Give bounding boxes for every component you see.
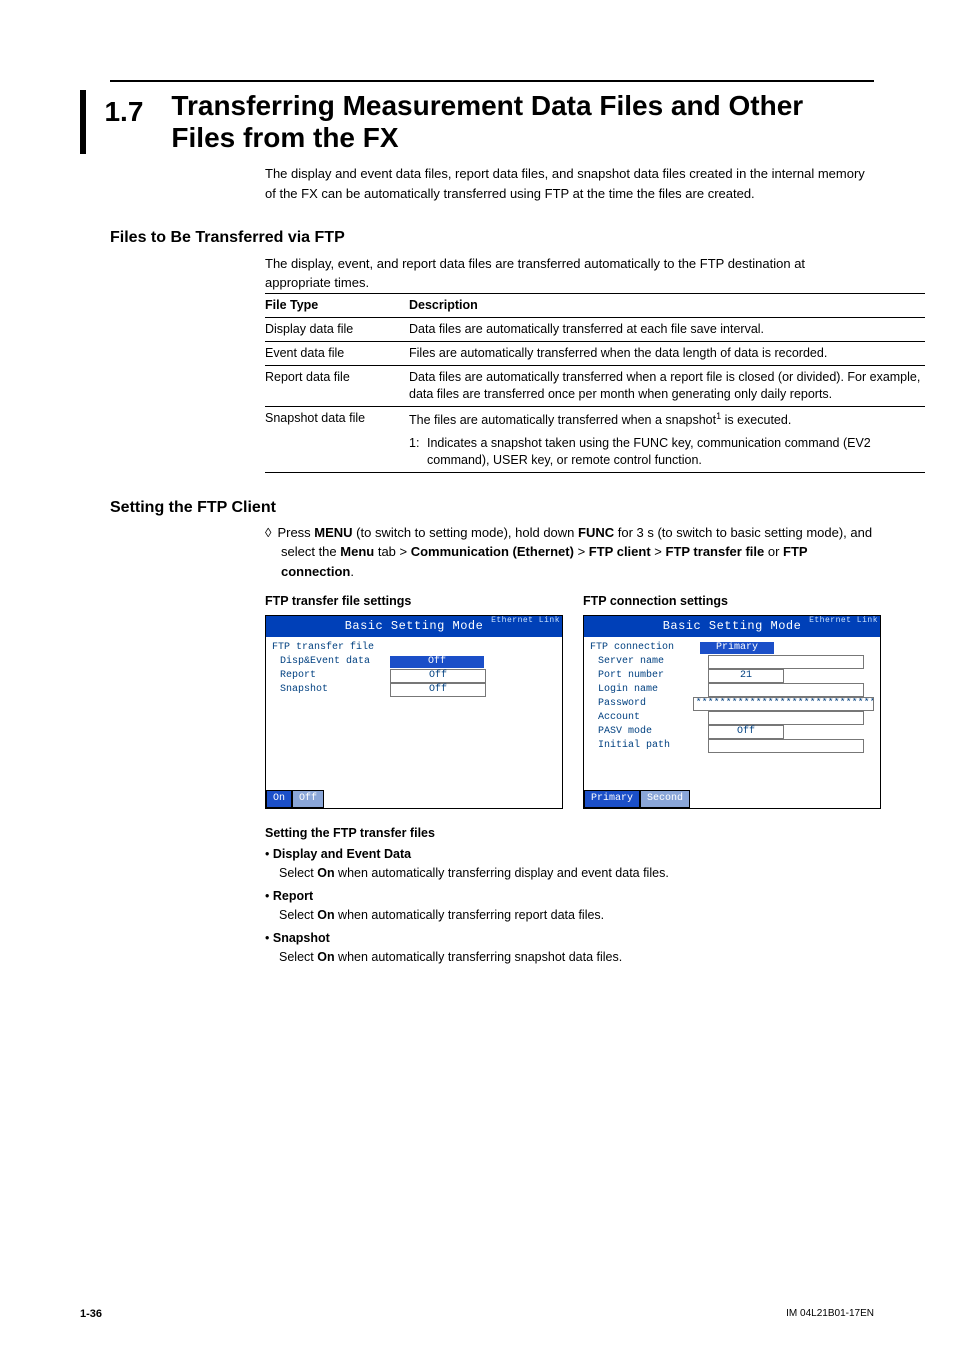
- screen-ftp-connection: Basic Setting ModeEthernet Link FTP conn…: [583, 615, 881, 809]
- row-value[interactable]: 21: [708, 669, 784, 683]
- doc-id: IM 04L21B01-17EN: [786, 1307, 874, 1322]
- row-value[interactable]: Off: [390, 656, 484, 668]
- primary-value[interactable]: Primary: [700, 642, 774, 654]
- item-desc: Select On when automatically transferrin…: [279, 949, 874, 967]
- row-value[interactable]: **********************************: [693, 697, 874, 711]
- th-filetype: File Type: [265, 293, 409, 318]
- screen-ftp-transfer: Basic Setting ModeEthernet Link FTP tran…: [265, 615, 563, 809]
- section-number: 1.7: [104, 90, 143, 131]
- bullet-item: • Display and Event Data: [265, 846, 874, 864]
- cell-type: Report data file: [265, 366, 409, 407]
- screen-section: FTP connection: [590, 641, 700, 655]
- item-desc: Select On when automatically transferrin…: [279, 907, 874, 925]
- row-value[interactable]: [708, 655, 864, 669]
- ethernet-link-icon: Ethernet Link: [809, 617, 878, 625]
- row-label: Initial path: [590, 739, 708, 753]
- row-value[interactable]: [708, 683, 864, 697]
- row-label: Account: [590, 711, 708, 725]
- sub1-text: The display, event, and report data file…: [265, 254, 874, 293]
- row-label: Password: [590, 697, 693, 711]
- row-label: Report: [272, 669, 390, 683]
- row-label: Port number: [590, 669, 708, 683]
- row-value[interactable]: Off: [390, 669, 486, 683]
- item-title: Report: [273, 889, 313, 903]
- softkey-second[interactable]: Second: [640, 790, 690, 808]
- cell-desc: The files are automatically transferred …: [409, 406, 925, 432]
- bullet-item: • Snapshot: [265, 930, 874, 948]
- screenshots-row: FTP transfer file settings Basic Setting…: [265, 593, 874, 809]
- softkey-on[interactable]: On: [266, 790, 292, 808]
- intro-paragraph: The display and event data files, report…: [265, 164, 874, 203]
- ethernet-link-icon: Ethernet Link: [491, 617, 560, 625]
- left-screenshot-title: FTP transfer file settings: [265, 593, 563, 611]
- item-title: Snapshot: [273, 931, 330, 945]
- item-title: Display and Event Data: [273, 847, 411, 861]
- cell-desc: Data files are automatically transferred…: [409, 318, 925, 342]
- screen-header: Basic Setting ModeEthernet Link: [266, 616, 562, 637]
- softkey-primary[interactable]: Primary: [584, 790, 640, 808]
- row-value[interactable]: Off: [390, 683, 486, 697]
- title-bar: [80, 90, 86, 154]
- cell-type: Event data file: [265, 342, 409, 366]
- row-value[interactable]: Off: [708, 725, 784, 739]
- footnote-num: 1:: [409, 435, 427, 452]
- cell-type: Snapshot data file: [265, 406, 409, 432]
- file-type-table: File Type Description Display data file …: [265, 293, 925, 473]
- subheading-files: Files to Be Transferred via FTP: [110, 227, 874, 249]
- row-label: Login name: [590, 683, 708, 697]
- procedure-line: ◊Press MENU (to switch to setting mode),…: [265, 523, 874, 582]
- row-label: PASV mode: [590, 725, 708, 739]
- row-label: Disp&Event data: [272, 655, 390, 669]
- row-value[interactable]: [708, 711, 864, 725]
- subsubheading: Setting the FTP transfer files: [265, 825, 874, 843]
- row-value[interactable]: [708, 739, 864, 753]
- row-label: Snapshot: [272, 683, 390, 697]
- screen-section: FTP transfer file: [272, 641, 382, 655]
- section-title: Transferring Measurement Data Files and …: [171, 90, 874, 154]
- th-description: Description: [409, 293, 925, 318]
- cell-desc: Files are automatically transferred when…: [409, 342, 925, 366]
- softkey-off[interactable]: Off: [292, 790, 324, 808]
- section-title-row: 1.7 Transferring Measurement Data Files …: [80, 90, 874, 154]
- row-label: Server name: [590, 655, 708, 669]
- page-footer: 1-36 IM 04L21B01-17EN: [80, 1307, 874, 1322]
- item-desc: Select On when automatically transferrin…: [279, 865, 874, 883]
- snapshot-desc-post: is executed.: [721, 413, 791, 427]
- page-number: 1-36: [80, 1307, 102, 1322]
- bullet-item: • Report: [265, 888, 874, 906]
- footnote-text: Indicates a snapshot taken using the FUN…: [427, 435, 907, 469]
- footnote: 1:Indicates a snapshot taken using the F…: [409, 432, 925, 472]
- screen-header: Basic Setting ModeEthernet Link: [584, 616, 880, 637]
- subheading-setting: Setting the FTP Client: [110, 497, 874, 519]
- diamond-bullet: ◊: [265, 525, 271, 540]
- snapshot-desc-pre: The files are automatically transferred …: [409, 413, 716, 427]
- right-screenshot-title: FTP connection settings: [583, 593, 881, 611]
- cell-desc: Data files are automatically transferred…: [409, 366, 925, 407]
- cell-type: Display data file: [265, 318, 409, 342]
